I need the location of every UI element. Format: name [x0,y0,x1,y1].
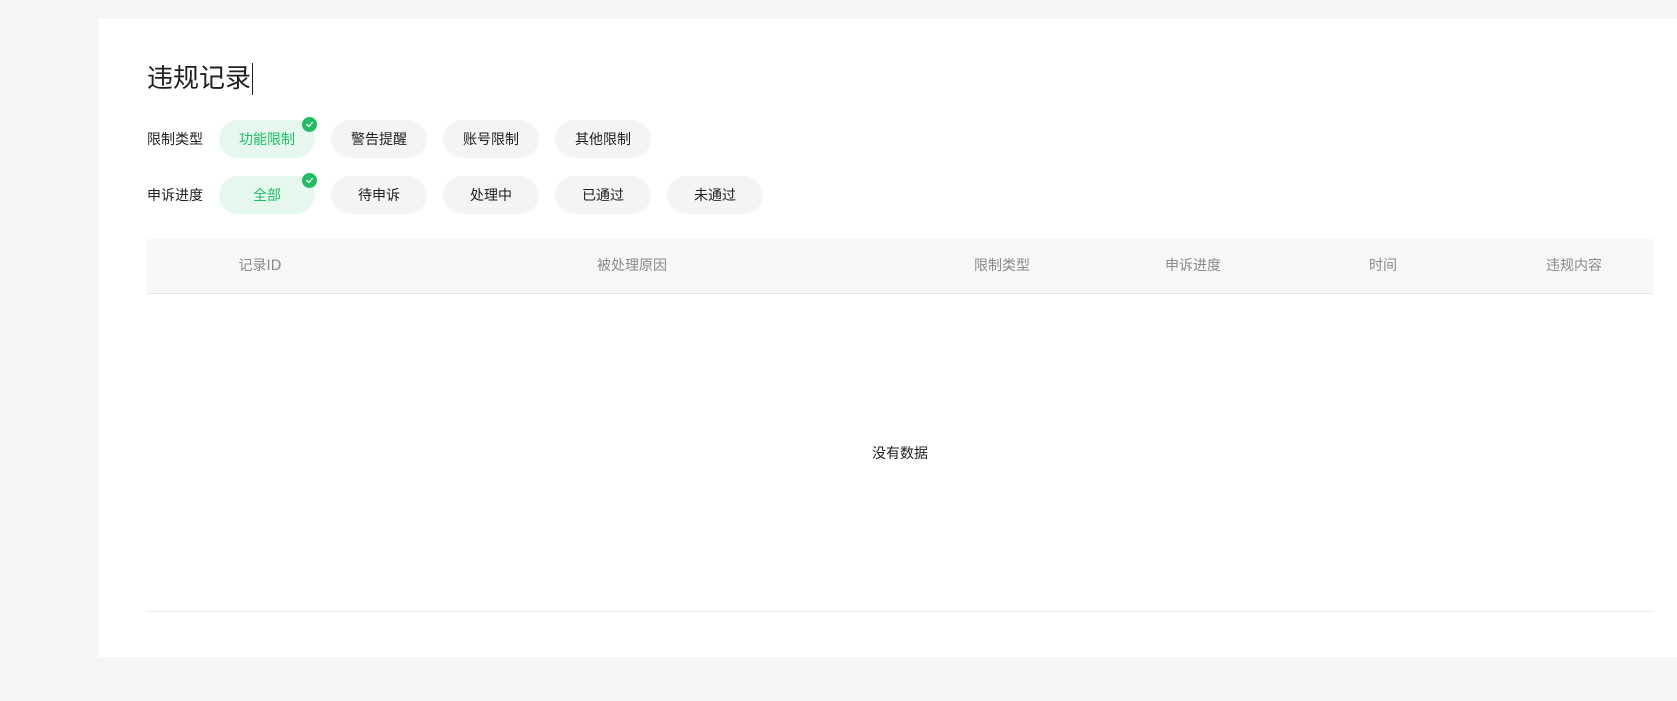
check-icon [302,173,317,188]
restriction-type-label: 限制类型 [147,132,203,148]
chip-pending-appeal[interactable]: 待申诉 [331,176,427,214]
restriction-type-filter: 限制类型 功能限制 警告提醒 账号限制 其他限制 [147,117,667,158]
table-header: 记录ID 被处理原因 限制类型 申诉进度 时间 违规内容 [147,239,1653,294]
page-title-text: 违规记录 [147,64,252,94]
chip-all[interactable]: 全部 [219,173,317,214]
chip-other-restriction[interactable]: 其他限制 [555,120,651,158]
check-icon [302,117,317,132]
chip-label: 其他限制 [575,132,631,148]
chip-label: 处理中 [470,188,512,204]
text-caret [252,63,254,95]
chip-label: 功能限制 [239,132,295,148]
chip-label: 警告提醒 [351,132,407,148]
column-header-reason: 被处理原因 [597,258,667,274]
chip-rejected[interactable]: 未通过 [667,176,763,214]
appeal-progress-filter: 申诉进度 全部 待申诉 处理中 已通过 未通过 [147,173,779,214]
chip-label: 全部 [253,188,281,204]
chip-account-restriction[interactable]: 账号限制 [443,120,539,158]
column-header-time: 时间 [1369,258,1397,274]
empty-text: 没有数据 [872,445,928,462]
chip-label: 已通过 [582,188,624,204]
column-header-appeal-progress: 申诉进度 [1165,258,1221,274]
column-header-record-id: 记录ID [238,258,282,274]
chip-label: 待申诉 [358,188,400,204]
chip-warning-reminder[interactable]: 警告提醒 [331,120,427,158]
appeal-progress-label: 申诉进度 [147,188,203,204]
chip-label: 未通过 [694,188,736,204]
column-header-violation-content: 违规内容 [1546,258,1602,274]
column-header-restriction-type: 限制类型 [974,258,1030,274]
table-empty-state: 没有数据 [147,294,1653,612]
chip-label: 账号限制 [463,132,519,148]
page-title: 违规记录 [147,61,254,97]
chip-processing[interactable]: 处理中 [443,176,539,214]
chip-approved[interactable]: 已通过 [555,176,651,214]
violation-records-card: 违规记录 限制类型 功能限制 警告提醒 账号限制 其他限制 申诉进度 全部 待申… [99,19,1677,657]
chip-function-restriction[interactable]: 功能限制 [219,117,317,158]
